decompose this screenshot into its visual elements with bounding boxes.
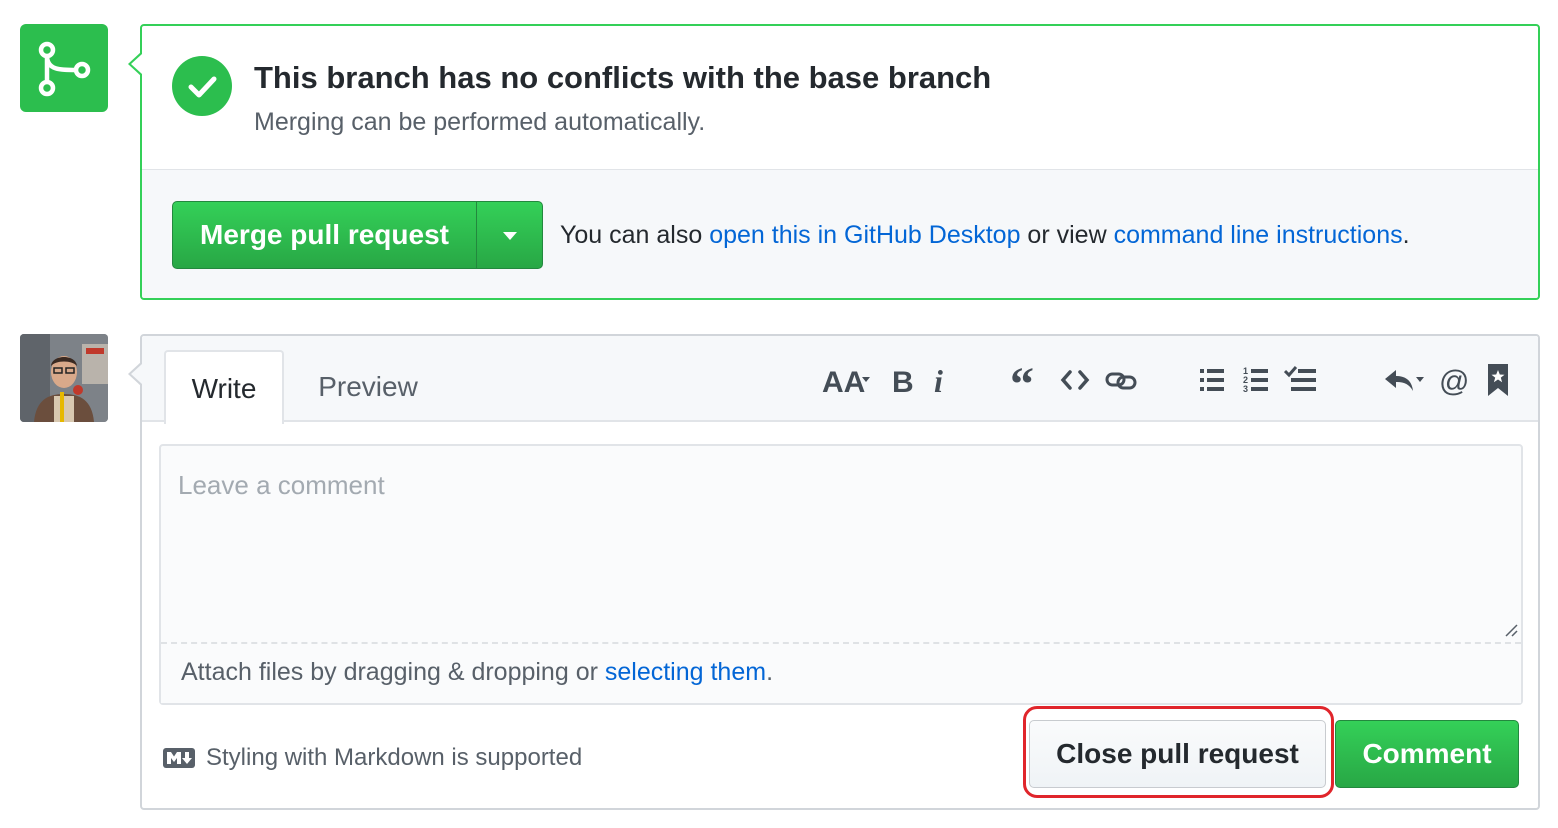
mention-icon[interactable]: @ (1438, 360, 1472, 400)
svg-text:B: B (892, 366, 914, 399)
task-list-icon[interactable] (1284, 360, 1318, 400)
attach-files-bar[interactable]: Attach files by dragging & dropping or s… (161, 642, 1521, 703)
quote-icon[interactable]: “ (1010, 360, 1042, 400)
code-icon[interactable] (1060, 360, 1090, 400)
check-circle-icon (172, 56, 232, 116)
alternative-merge-text: You can also open this in GitHub Desktop… (560, 221, 1410, 249)
italic-icon[interactable]: i (932, 360, 950, 400)
ordered-list-icon[interactable]: 123 (1242, 360, 1270, 400)
merge-status-box: This branch has no conflicts with the ba… (128, 24, 1540, 300)
git-merge-icon (38, 41, 91, 97)
comment-button[interactable]: Comment (1335, 720, 1519, 788)
reply-icon[interactable] (1382, 360, 1430, 400)
markdown-icon[interactable] (163, 748, 195, 768)
tab-preview[interactable]: Preview (302, 350, 434, 424)
open-in-desktop-link[interactable]: open this in GitHub Desktop (709, 221, 1020, 249)
merge-method-dropdown-button[interactable] (477, 202, 542, 268)
text-size-icon[interactable]: AA (820, 360, 878, 400)
tab-write[interactable]: Write (164, 350, 284, 424)
close-pull-request-button[interactable]: Close pull request (1029, 720, 1326, 788)
merge-button-group: Merge pull request (172, 201, 543, 269)
command-line-instructions-link[interactable]: command line instructions (1114, 221, 1403, 249)
select-files-link[interactable]: selecting them (605, 658, 766, 686)
git-merge-icon-tile (20, 24, 108, 112)
svg-text:3: 3 (1243, 384, 1248, 394)
avatar[interactable] (20, 334, 108, 422)
caret-down-icon (503, 232, 517, 240)
merge-status-subtitle: Merging can be performed automatically. (254, 108, 706, 136)
merge-pull-request-button[interactable]: Merge pull request (173, 202, 476, 268)
svg-text:“: “ (1010, 360, 1034, 400)
bookmark-icon[interactable] (1486, 360, 1510, 400)
unordered-list-icon[interactable] (1198, 360, 1226, 400)
comment-tabs: Write Preview AA B i “ 1 2 3 @ (142, 336, 1538, 424)
markdown-support-text: Styling with Markdown is supported (206, 744, 583, 771)
link-icon[interactable] (1104, 360, 1138, 400)
merge-actions: Merge pull request You can also open thi… (142, 169, 1538, 298)
svg-text:AA: AA (822, 366, 865, 399)
svg-text:@: @ (1439, 365, 1469, 398)
comment-placeholder: Leave a comment (178, 470, 385, 500)
merge-status-title: This branch has no conflicts with the ba… (254, 60, 992, 95)
bold-icon[interactable]: B (890, 360, 914, 400)
resize-handle-icon[interactable] (1503, 622, 1519, 638)
comment-form: Write Preview AA B i “ 1 2 3 @ Leave a c… (128, 334, 1540, 810)
attach-files-text: Attach files by dragging & dropping or s… (181, 658, 774, 686)
comment-textarea[interactable]: Leave a comment Attach files by dragging… (159, 444, 1523, 705)
svg-text:i: i (934, 363, 943, 399)
